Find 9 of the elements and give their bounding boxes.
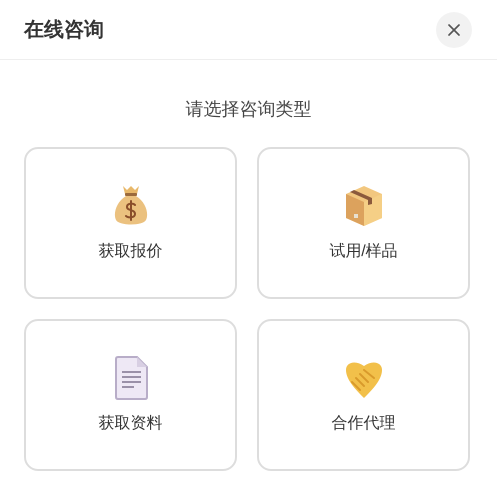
box-icon	[344, 184, 384, 228]
consult-option-card[interactable]: 合作代理	[257, 319, 470, 471]
close-button[interactable]	[436, 12, 472, 48]
prompt-text: 请选择咨询类型	[186, 98, 312, 121]
document-icon	[114, 356, 148, 400]
consult-option-card[interactable]: 获取报价	[24, 147, 237, 299]
consult-option-card[interactable]: 试用/样品	[257, 147, 470, 299]
consult-option-card[interactable]: 获取资料	[24, 319, 237, 471]
dialog-title: 在线咨询	[24, 18, 104, 42]
